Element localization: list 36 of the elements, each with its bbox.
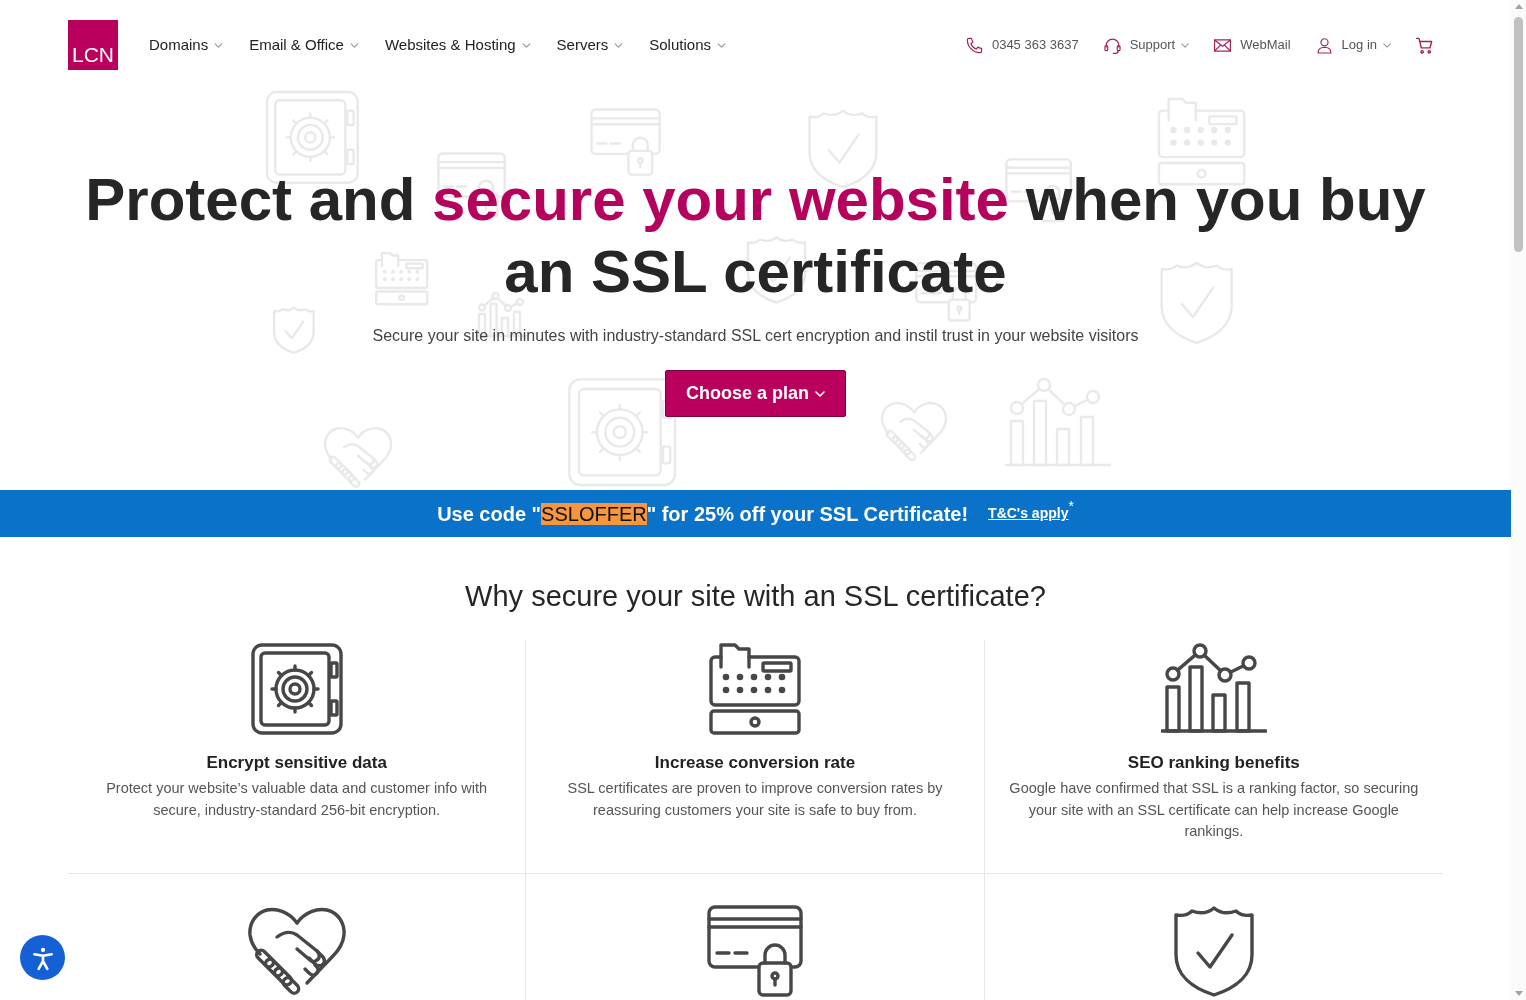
shield-check-icon — [1171, 905, 1256, 997]
section-heading: Why secure your site with an SSL certificate? — [465, 579, 1046, 614]
phone-icon — [964, 35, 984, 55]
choose-plan-button[interactable]: Choose a plan — [665, 370, 846, 417]
feature-title: Encrypt sensitive data — [206, 752, 387, 774]
credit-card-lock-icon — [707, 905, 803, 997]
nav-menu-item[interactable]: Servers — [556, 33, 624, 57]
feature-title: SEO ranking benefits — [1127, 752, 1300, 774]
accessibility-button[interactable] — [20, 935, 65, 980]
scroll-down-arrow-icon[interactable] — [1515, 991, 1523, 996]
cash-register-icon — [709, 643, 801, 735]
promo-text: Use code "SSLOFFER" for 25% off your SSL Certificate! — [437, 501, 969, 527]
terms-link[interactable]: T&C's apply — [988, 503, 1069, 524]
scrollbar-thumb[interactable] — [1514, 17, 1523, 252]
footnote-mark: * — [1068, 500, 1074, 512]
feature-description: Google have confirmed that SSL is a ranking factor, so securing your site with an SSL certificate can help increase Google rankings. — [1008, 779, 1420, 841]
feature-title: Increase conversion rate — [654, 752, 856, 774]
webmail-link[interactable]: WebMail — [1213, 35, 1291, 55]
feature-description: Protect your website’s valuable data and customer info with secure, industry-standard 256-bit encryption. — [105, 779, 489, 820]
chevron-down-icon — [815, 390, 825, 397]
nav-menu-item[interactable]: Websites & Hosting — [384, 33, 531, 57]
support-menu-button[interactable]: Support — [1102, 35, 1190, 55]
hero-subtitle: Secure your site in minutes with industry-standard SSL cert encryption and instil trust in your website visitors — [372, 326, 1139, 346]
heart-handshake-icon — [246, 905, 347, 997]
nav-menu-item[interactable]: Solutions — [649, 33, 726, 57]
nav-menu-item[interactable]: Domains — [149, 33, 224, 57]
hero-title: Protect and secure your website when you buy an SSL certificate — [84, 165, 1427, 307]
safe-icon — [250, 643, 343, 735]
phone-link[interactable]: 0345 363 3637 — [964, 35, 1079, 55]
cart-icon[interactable] — [1415, 35, 1434, 55]
scroll-up-arrow-icon[interactable] — [1515, 4, 1523, 9]
bar-chart-icon — [1160, 643, 1267, 735]
nav-menu-item[interactable]: Email & Office — [249, 33, 359, 57]
login-menu-button[interactable]: Log in — [1314, 35, 1391, 55]
logo[interactable]: LCN — [68, 20, 118, 70]
feature-description: SSL certificates are proven to improve conversion rates by reassuring customers your site is safe to buy from. — [566, 779, 944, 820]
